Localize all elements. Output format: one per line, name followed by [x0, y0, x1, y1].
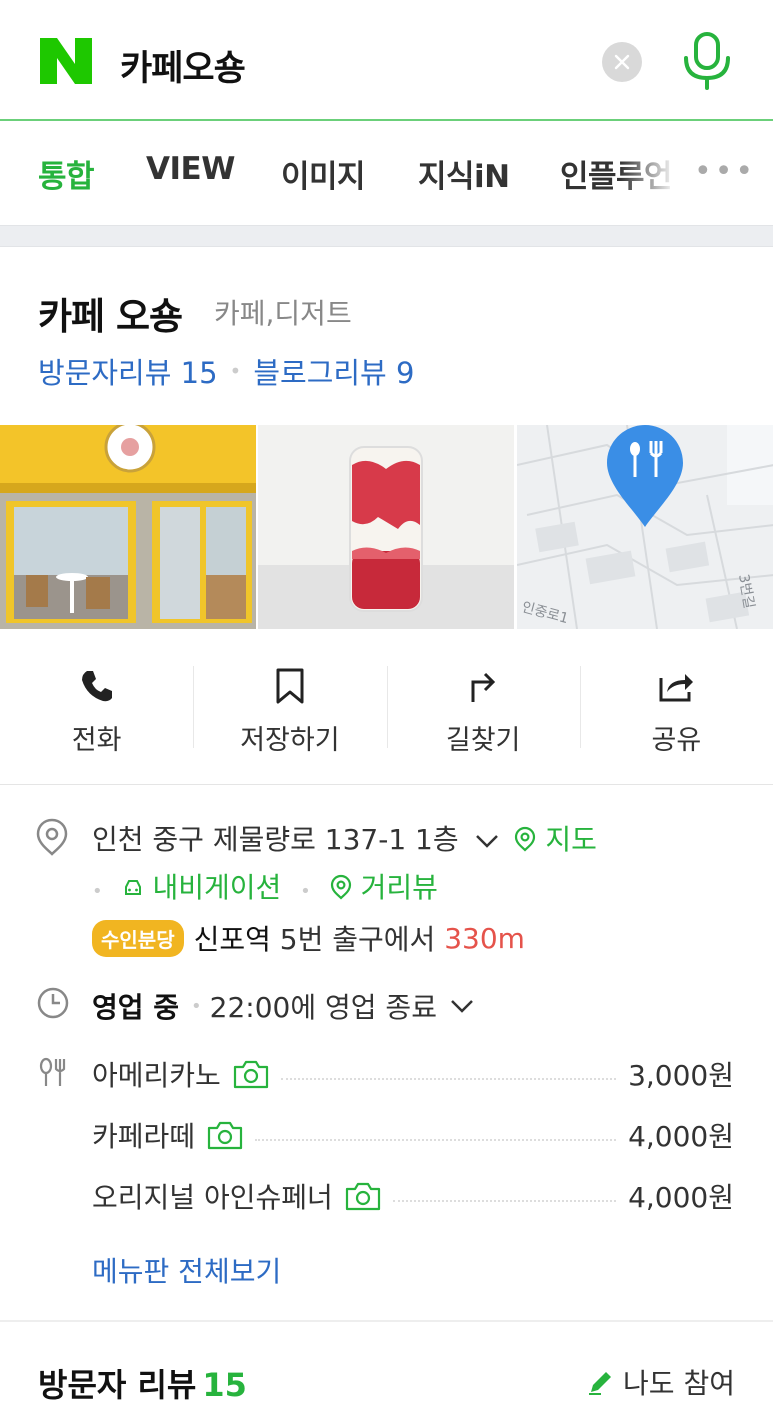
- search-tabs: 통합 VIEW 이미지 지식iN 인플루언 •••: [0, 121, 773, 225]
- review-counts: 방문자리뷰 15 • 블로그리뷰 9: [38, 350, 414, 392]
- tab-images[interactable]: 이미지: [281, 151, 366, 196]
- share-button[interactable]: 공유: [579, 630, 773, 784]
- clock-icon: [37, 987, 69, 1019]
- view-full-menu-link[interactable]: 메뉴판 전체보기: [92, 1250, 281, 1290]
- action-bar: 전화 저장하기 길찾기 공유: [0, 630, 773, 785]
- map-link[interactable]: 지도: [514, 823, 597, 856]
- visitor-reviews-link[interactable]: 방문자리뷰 15: [38, 350, 218, 392]
- tab-all[interactable]: 통합: [38, 151, 95, 196]
- menu-item-name: 아메리카노: [92, 1059, 221, 1092]
- tab-knowledge-in[interactable]: 지식iN: [418, 151, 510, 196]
- tab-view[interactable]: VIEW: [146, 151, 235, 187]
- separator-dot: •: [191, 995, 202, 1017]
- drink-photo[interactable]: [258, 425, 515, 629]
- separator-dot: •: [300, 881, 311, 902]
- call-button[interactable]: 전화: [0, 630, 193, 784]
- closing-time: 22:00에 영업 종료: [209, 991, 437, 1024]
- camera-icon[interactable]: [207, 1120, 243, 1150]
- clear-search-button[interactable]: [602, 42, 642, 82]
- chevron-down-icon[interactable]: [474, 833, 500, 849]
- visitor-reviews-label: 방문자리뷰: [38, 356, 172, 390]
- camera-icon[interactable]: [233, 1059, 269, 1089]
- dotted-leader: [392, 1200, 617, 1202]
- naver-logo-icon[interactable]: [40, 38, 92, 84]
- microphone-icon[interactable]: [680, 32, 734, 90]
- visitor-review-heading: 방문자 리뷰 15: [38, 1360, 247, 1406]
- save-label: 저장하기: [240, 725, 340, 756]
- menu-item[interactable]: 카페라떼 4,000원: [92, 1115, 734, 1155]
- dotted-leader: [280, 1078, 617, 1080]
- separator-dot: •: [229, 359, 242, 383]
- menu-item-price: 4,000원: [628, 1181, 734, 1214]
- menu-item-name: 카페라떼: [92, 1120, 196, 1153]
- separator-dot: •: [92, 881, 103, 902]
- address-line: 인천 중구 제물량로 137-1 1층 지도: [92, 818, 597, 858]
- blog-reviews-count: 9: [395, 356, 415, 390]
- menu-item[interactable]: 아메리카노 3,000원: [92, 1054, 734, 1094]
- menu-item[interactable]: 오리지널 아인슈페너 4,000원: [92, 1176, 734, 1216]
- visitor-reviews-count: 15: [180, 356, 218, 390]
- directions-button[interactable]: 길찾기: [386, 630, 580, 784]
- tab-fade: [620, 121, 690, 225]
- write-review-label: 나도 참여: [623, 1367, 735, 1400]
- map-thumbnail[interactable]: 인중로1 3번길: [516, 425, 773, 629]
- menu-item-price: 3,000원: [628, 1059, 734, 1092]
- street-view-label: 거리뷰: [360, 871, 438, 904]
- bookmark-icon: [276, 668, 304, 704]
- visitor-review-title: 방문자 리뷰: [38, 1366, 197, 1404]
- visitor-review-count: 15: [202, 1366, 247, 1404]
- place-category: 카페,디저트: [214, 297, 352, 330]
- blog-reviews-label: 블로그리뷰: [253, 356, 387, 390]
- place-name[interactable]: 카페 오숑: [38, 286, 183, 340]
- dotted-leader: [255, 1139, 617, 1141]
- car-icon: [124, 880, 141, 895]
- phone-icon: [81, 671, 112, 702]
- street-view-pin-icon: [330, 874, 351, 900]
- section-divider: [0, 1320, 773, 1322]
- search-input[interactable]: 카페오숑: [120, 40, 246, 91]
- navigation-label: 내비게이션: [152, 871, 282, 904]
- open-status: 영업 중: [92, 991, 180, 1024]
- subway-distance: 330m: [444, 921, 525, 955]
- directions-icon: [471, 672, 496, 702]
- menu-item-name: 오리지널 아인슈페너: [92, 1181, 333, 1214]
- photo-strip: 인중로1 3번길: [0, 425, 773, 629]
- map-pin-small-icon: [515, 826, 536, 852]
- search-header: 카페오숑: [0, 0, 773, 121]
- subway-line-badge: 수인분당: [92, 919, 184, 957]
- map-link-label: 지도: [545, 823, 597, 856]
- blog-reviews-link[interactable]: 블로그리뷰 9: [253, 350, 414, 392]
- share-label: 공유: [651, 725, 702, 756]
- close-icon: [614, 54, 630, 70]
- address-text: 인천 중구 제물량로 137-1 1층: [92, 823, 459, 856]
- street-view-link[interactable]: 거리뷰: [330, 871, 438, 904]
- save-button[interactable]: 저장하기: [193, 630, 386, 784]
- subway-info: 수인분당 신포역 5번 출구에서 330m: [92, 918, 525, 958]
- subway-station: 신포역: [193, 923, 271, 956]
- section-divider: [0, 225, 773, 247]
- address-sub-links: • 내비게이션 • 거리뷰: [92, 866, 438, 906]
- share-icon: [659, 674, 694, 702]
- chevron-down-icon[interactable]: [449, 998, 475, 1014]
- camera-icon[interactable]: [345, 1181, 381, 1211]
- location-pin-icon: [36, 818, 68, 856]
- menu-item-price: 4,000원: [628, 1120, 734, 1153]
- subway-exit: 5번 출구에서: [279, 923, 436, 956]
- utensils-icon: [39, 1057, 66, 1086]
- more-tabs-icon[interactable]: •••: [694, 157, 756, 187]
- business-hours[interactable]: 영업 중 • 22:00에 영업 종료: [92, 986, 475, 1026]
- directions-label: 길찾기: [445, 725, 521, 756]
- write-review-button[interactable]: 나도 참여: [587, 1362, 735, 1402]
- call-label: 전화: [71, 725, 122, 756]
- pencil-icon: [589, 1372, 612, 1395]
- storefront-photo[interactable]: [0, 425, 256, 629]
- navigation-link[interactable]: 내비게이션: [122, 871, 291, 904]
